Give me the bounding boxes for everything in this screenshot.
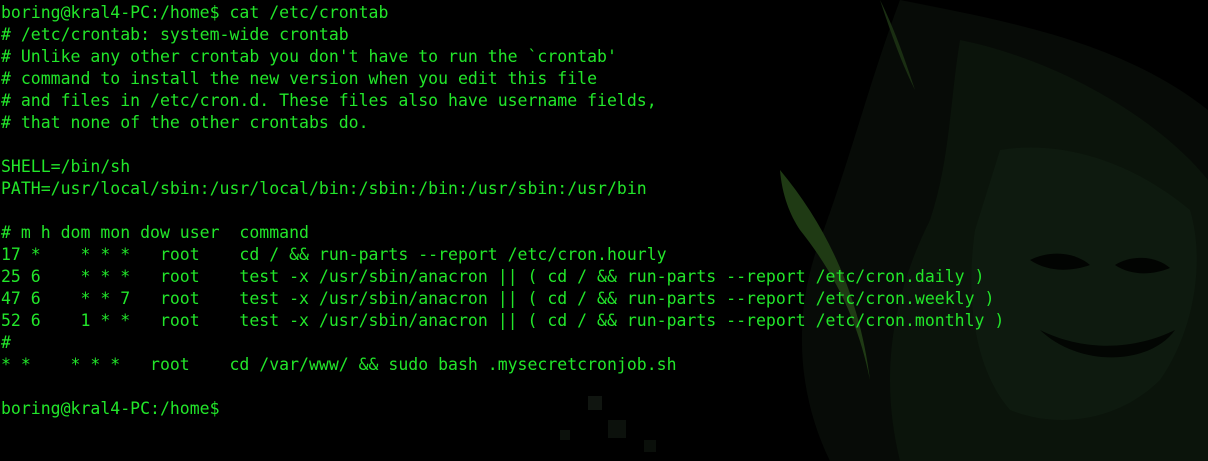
command-line: boring@kral4-PC:/home$ cat /etc/crontab: [1, 3, 389, 22]
comment-line: #: [1, 333, 11, 352]
cron-entry-monthly: 52 6 1 * * root test -x /usr/sbin/anacro…: [1, 311, 1005, 330]
env-shell-line: SHELL=/bin/sh: [1, 157, 131, 176]
terminal-window[interactable]: boring@kral4-PC:/home$ cat /etc/crontab #…: [0, 0, 1208, 461]
terminal-output: boring@kral4-PC:/home$ cat /etc/crontab #…: [1, 2, 1004, 420]
comment-line: # command to install the new version whe…: [1, 69, 598, 88]
prompt-line: boring@kral4-PC:/home$: [1, 399, 220, 418]
cron-entry-weekly: 47 6 * * 7 root test -x /usr/sbin/anacro…: [1, 289, 995, 308]
cron-entry-daily: 25 6 * * * root test -x /usr/sbin/anacro…: [1, 267, 985, 286]
comment-line: # that none of the other crontabs do.: [1, 113, 369, 132]
comment-line: # /etc/crontab: system-wide crontab: [1, 25, 349, 44]
cron-entry-custom: * * * * * root cd /var/www/ && sudo bash…: [1, 355, 677, 374]
comment-line: # Unlike any other crontab you don't hav…: [1, 47, 617, 66]
crontab-header-line: # m h dom mon dow user command: [1, 223, 309, 242]
env-path-line: PATH=/usr/local/sbin:/usr/local/bin:/sbi…: [1, 179, 647, 198]
comment-line: # and files in /etc/cron.d. These files …: [1, 91, 657, 110]
cron-entry-hourly: 17 * * * * root cd / && run-parts --repo…: [1, 245, 667, 264]
